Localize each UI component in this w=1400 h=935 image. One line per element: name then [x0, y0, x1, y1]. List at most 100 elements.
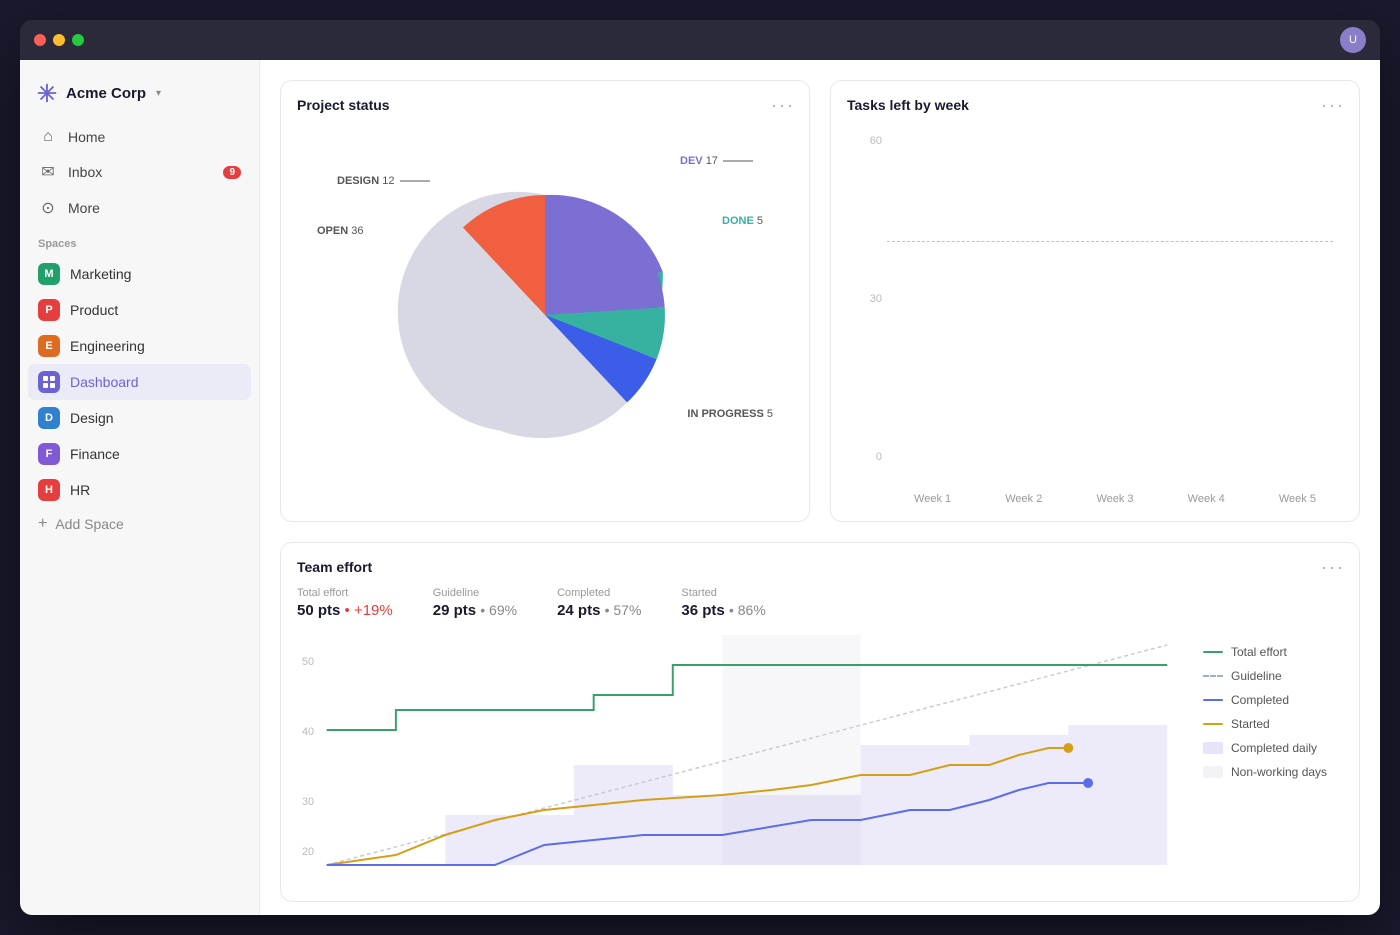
- project-status-card: Project status ···: [280, 80, 810, 522]
- main-content: Project status ···: [260, 60, 1380, 915]
- legend-guideline-label: Guideline: [1231, 669, 1282, 683]
- marketing-label: Marketing: [70, 266, 131, 282]
- add-space-icon: +: [38, 515, 47, 533]
- line-chart-wrap: 50 40 30 20: [297, 635, 1343, 875]
- bar-axis-x: Week 1 Week 2 Week 3 Week 4 Week 5: [847, 493, 1343, 505]
- pie-label-design: DESIGN 12: [337, 175, 430, 187]
- svg-text:50: 50: [302, 656, 314, 668]
- svg-text:20: 20: [302, 846, 314, 858]
- week1-label: Week 1: [887, 493, 978, 505]
- legend-completed: Completed: [1203, 693, 1343, 707]
- project-status-menu[interactable]: ···: [771, 95, 795, 116]
- stat-guideline-pct: • 69%: [480, 602, 517, 618]
- legend-completed-line: [1203, 699, 1223, 701]
- more-icon: ⊙: [38, 198, 58, 218]
- bar-y-labels: 60 30 0: [847, 135, 882, 463]
- design-space-icon: D: [38, 407, 60, 429]
- minimize-button[interactable]: [53, 34, 65, 46]
- nav-inbox[interactable]: ✉ Inbox 9: [28, 154, 251, 190]
- sidebar-item-product[interactable]: P Product: [28, 292, 251, 328]
- tasks-menu[interactable]: ···: [1321, 95, 1345, 116]
- hr-label: HR: [70, 482, 90, 498]
- nav-home-label: Home: [68, 129, 105, 145]
- bar-groups: [887, 135, 1333, 463]
- add-space-label: Add Space: [55, 516, 124, 532]
- legend-guideline-dash: [1203, 675, 1223, 677]
- project-status-title: Project status: [297, 97, 793, 113]
- close-button[interactable]: [34, 34, 46, 46]
- started-dot: [1063, 743, 1073, 753]
- engineering-label: Engineering: [70, 338, 145, 354]
- effort-stats: Total effort 50 pts • +19% Guideline 29 …: [297, 587, 1343, 619]
- tasks-title: Tasks left by week: [847, 97, 1343, 113]
- inbox-icon: ✉: [38, 162, 58, 182]
- stat-completed-pct: • 57%: [605, 602, 642, 618]
- inbox-badge: 9: [223, 166, 241, 179]
- stat-total-change: • +19%: [345, 602, 393, 619]
- bar-chart: 60 30 0: [847, 125, 1343, 505]
- week3-label: Week 3: [1069, 493, 1160, 505]
- maximize-button[interactable]: [72, 34, 84, 46]
- titlebar: U: [20, 20, 1380, 60]
- sidebar-item-marketing[interactable]: M Marketing: [28, 256, 251, 292]
- sidebar-item-design[interactable]: D Design: [28, 400, 251, 436]
- app-window: U Acme Corp ▾ ⌂ Home ✉ Inbox 9: [20, 20, 1380, 915]
- legend-started-label: Started: [1231, 717, 1270, 731]
- bar-chart-area: 60 30 0: [847, 125, 1343, 493]
- guideline: [887, 241, 1333, 242]
- sidebar-item-finance[interactable]: F Finance: [28, 436, 251, 472]
- legend-completed-daily-label: Completed daily: [1231, 741, 1317, 755]
- stat-guideline-value: 29 pts • 69%: [433, 602, 517, 619]
- sidebar-item-dashboard[interactable]: Dashboard: [28, 364, 251, 400]
- team-effort-card: Team effort ··· Total effort 50 pts • +1…: [280, 542, 1360, 902]
- completed-dot: [1083, 778, 1093, 788]
- svg-text:40: 40: [302, 726, 314, 738]
- dashboard-label: Dashboard: [70, 374, 139, 390]
- line-chart-svg: 50 40 30 20: [297, 635, 1187, 875]
- legend-guideline: Guideline: [1203, 669, 1343, 683]
- nav-more-label: More: [68, 200, 100, 216]
- legend-non-working-box: [1203, 766, 1223, 778]
- brand-chevron-icon: ▾: [156, 88, 161, 99]
- line-legend: Total effort Guideline Completed St: [1203, 635, 1343, 875]
- legend-completed-daily: Completed daily: [1203, 741, 1343, 755]
- stat-guideline-label: Guideline: [433, 587, 517, 599]
- legend-completed-daily-box: [1203, 742, 1223, 754]
- nav-home[interactable]: ⌂ Home: [28, 120, 251, 154]
- stat-guideline: Guideline 29 pts • 69%: [433, 587, 517, 619]
- y-label-0: 0: [847, 451, 882, 463]
- add-space-button[interactable]: + Add Space: [28, 508, 251, 540]
- legend-total-effort: Total effort: [1203, 645, 1343, 659]
- legend-started: Started: [1203, 717, 1343, 731]
- brand[interactable]: Acme Corp ▾: [28, 76, 251, 120]
- week2-label: Week 2: [978, 493, 1069, 505]
- legend-total-label: Total effort: [1231, 645, 1287, 659]
- home-icon: ⌂: [38, 128, 58, 146]
- brand-icon: [36, 82, 58, 104]
- product-space-icon: P: [38, 299, 60, 321]
- top-row: Project status ···: [280, 80, 1360, 522]
- pie-label-dev: DEV 17: [680, 155, 753, 167]
- pie-chart-proper: [395, 165, 695, 465]
- sidebar-item-hr[interactable]: H HR: [28, 472, 251, 508]
- week4-label: Week 4: [1161, 493, 1252, 505]
- stat-completed-value: 24 pts • 57%: [557, 602, 641, 619]
- legend-non-working-label: Non-working days: [1231, 765, 1327, 779]
- team-effort-menu[interactable]: ···: [1321, 557, 1345, 578]
- stat-total-label: Total effort: [297, 587, 393, 599]
- pie-label-inprogress: IN PROGRESS 5: [687, 408, 773, 420]
- stat-total-value: 50 pts • +19%: [297, 602, 393, 619]
- sidebar-item-engineering[interactable]: E Engineering: [28, 328, 251, 364]
- spaces-label: Spaces: [28, 226, 251, 256]
- marketing-space-icon: M: [38, 263, 60, 285]
- line-chart-svg-container: 50 40 30 20: [297, 635, 1187, 875]
- legend-completed-label: Completed: [1231, 693, 1289, 707]
- traffic-lights: [34, 34, 84, 46]
- nav-more[interactable]: ⊙ More: [28, 190, 251, 226]
- user-avatar[interactable]: U: [1340, 27, 1366, 53]
- y-label-60: 60: [847, 135, 882, 147]
- stat-started: Started 36 pts • 86%: [681, 587, 765, 619]
- finance-space-icon: F: [38, 443, 60, 465]
- week5-label: Week 5: [1252, 493, 1343, 505]
- team-effort-title: Team effort: [297, 559, 1343, 575]
